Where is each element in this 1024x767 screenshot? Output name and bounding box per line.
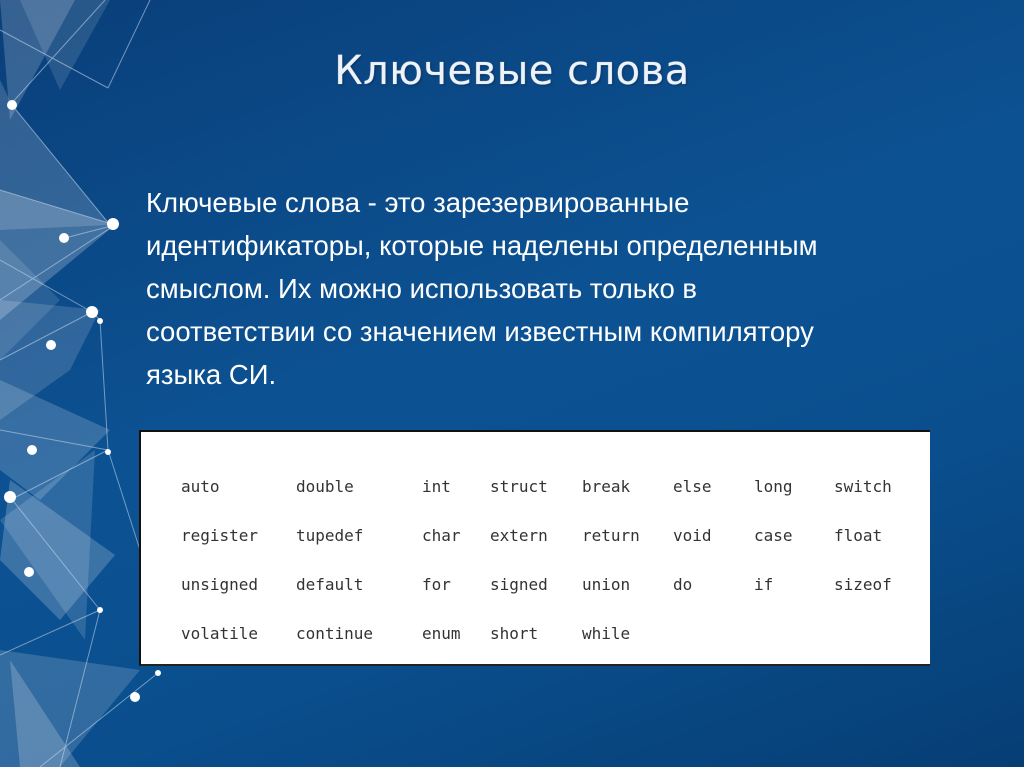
keyword-cell [834,609,914,658]
keywords-table-panel: auto double int struct break else long switch re… [139,430,930,666]
keyword-cell: do [673,575,693,594]
keyword-cell: case [754,526,793,545]
keyword-cell: union [582,575,631,594]
decor-node [27,445,37,455]
body-line: Ключевые слова - это зарезервированные [146,187,690,218]
slide-body: Ключевые слова - это зарезервированные и… [146,181,936,396]
keyword-cell: if [754,575,774,594]
keyword-cell: double [296,477,354,496]
keyword-cell: default [296,575,364,594]
keyword-cell: short [490,624,539,643]
body-line: языка СИ. [146,359,277,390]
decor-node [7,100,17,110]
keyword-cell: sizeof [834,575,892,594]
table-row: unsigned default for signed union do if sizeof [181,560,914,609]
decor-node [59,233,69,243]
decor-node [24,567,34,577]
decor-node [86,306,98,318]
table-row: register tupedef char extern return void case f… [181,511,914,560]
keyword-cell: extern [490,526,548,545]
keyword-cell: volatile [181,624,259,643]
keyword-cell: switch [834,477,892,496]
keyword-cell: unsigned [181,575,259,594]
decor-node [155,670,161,676]
keyword-cell: auto [181,477,220,496]
table-row: volatile continue enum short while [181,609,914,658]
body-line: смыслом. Их можно использовать только в [146,273,698,304]
slide-title: Ключевые слова [334,48,690,94]
keyword-cell: enum [422,624,461,643]
keyword-cell: for [422,575,451,594]
body-line: соответствии со значением известным комп… [146,316,814,347]
body-line: идентификаторы, которые наделены определ… [146,230,818,261]
keyword-cell: float [834,526,883,545]
decor-node [97,607,103,613]
keyword-cell: return [582,526,640,545]
keyword-cell: void [673,526,712,545]
decor-node [105,449,111,455]
keyword-cell: int [422,477,451,496]
keyword-cell: char [422,526,461,545]
keyword-cell [673,609,754,658]
keywords-table: auto double int struct break else long switch re… [181,462,914,658]
keyword-cell: while [582,624,631,643]
keyword-cell: tupedef [296,526,364,545]
keyword-cell: signed [490,575,548,594]
decor-node [46,340,56,350]
table-row: auto double int struct break else long switch [181,462,914,511]
decor-node [97,318,103,324]
keyword-cell: else [673,477,712,496]
decor-node [107,218,119,230]
keyword-cell: long [754,477,793,496]
keyword-cell: continue [296,624,374,643]
keyword-cell: break [582,477,631,496]
keyword-cell [754,609,834,658]
keyword-cell: struct [490,477,548,496]
keyword-cell: register [181,526,259,545]
decor-node [130,692,140,702]
decor-node [4,491,16,503]
